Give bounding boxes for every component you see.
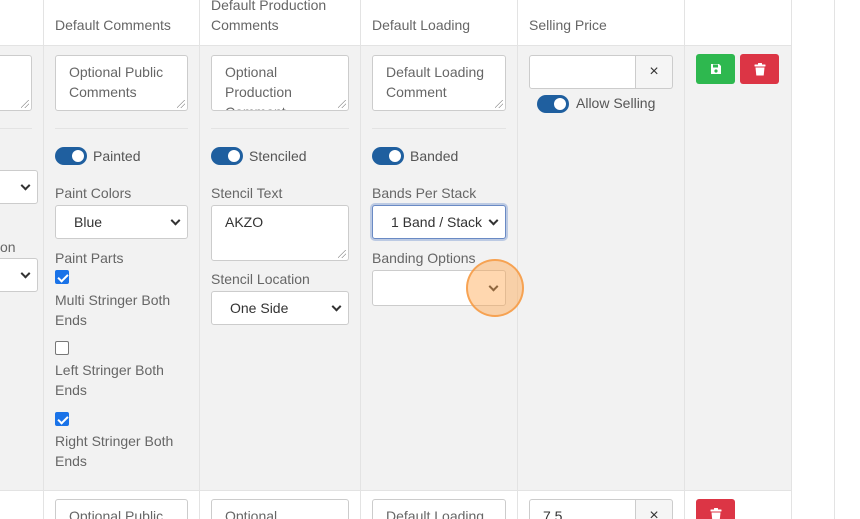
row2-selling-price-group: 7.5 ×: [529, 499, 673, 519]
click-indicator: [466, 259, 524, 317]
placeholder-line: Default Loading: [386, 508, 485, 519]
stencil-text-value: AKZO: [225, 214, 264, 230]
stencil-location-value: One Side: [230, 300, 289, 316]
stencil-text-label: Stencil Text: [211, 185, 283, 201]
col-divider: [684, 0, 685, 519]
chevron-down-icon: [20, 180, 31, 191]
selling-price-input[interactable]: [529, 55, 636, 89]
trash-icon: [754, 62, 765, 75]
right-stringer-label-l2: Ends: [55, 453, 87, 469]
row-section-divider: [372, 128, 506, 129]
header-default-production-comments-line2: Comments: [211, 17, 279, 33]
stenciled-label: Stenciled: [249, 148, 307, 164]
stencil-text-textarea[interactable]: AKZO: [211, 205, 349, 261]
placeholder-line: Optional: [225, 64, 278, 80]
paint-parts-label: Paint Parts: [55, 250, 124, 266]
loading-comment-textarea[interactable]: Default Loading Comment: [372, 55, 506, 111]
clear-price-button[interactable]: ×: [636, 55, 673, 89]
delete-button[interactable]: [740, 54, 779, 84]
partial-textarea[interactable]: [0, 55, 32, 111]
multi-stringer-checkbox[interactable]: [55, 270, 69, 284]
selling-price-group: ×: [529, 55, 673, 89]
paint-colors-select[interactable]: Blue: [55, 205, 188, 239]
row2-production-textarea[interactable]: Optional: [211, 499, 349, 519]
bands-per-stack-label: Bands Per Stack: [372, 185, 477, 201]
placeholder-line: Production: [225, 84, 292, 100]
bands-per-stack-select[interactable]: 1 Band / Stack: [372, 205, 506, 239]
header-selling-price: Selling Price: [529, 17, 607, 33]
products-table: Default Comments Default Production Comm…: [0, 0, 792, 519]
page-scroll-divider: [834, 0, 835, 519]
chevron-down-icon: [488, 215, 499, 226]
resize-grip: [495, 100, 503, 108]
header-default-production-comments-line1: Default Production: [211, 0, 327, 13]
paint-colors-label: Paint Colors: [55, 185, 132, 201]
painted-toggle[interactable]: [55, 147, 87, 165]
banded-toggle[interactable]: [372, 147, 404, 165]
row2-delete-button[interactable]: [696, 499, 735, 519]
painted-label: Painted: [93, 148, 141, 164]
stenciled-toggle[interactable]: [211, 147, 243, 165]
row-section-divider: [0, 128, 32, 129]
row2-selling-price-input[interactable]: 7.5: [529, 499, 636, 519]
left-stringer-checkbox[interactable]: [55, 341, 69, 355]
multi-stringer-label-l1: Multi Stringer Both: [55, 292, 171, 308]
production-comments-textarea[interactable]: Optional Production Comment: [211, 55, 349, 111]
resize-grip: [177, 100, 185, 108]
resize-grip: [338, 250, 346, 258]
banding-options-label: Banding Options: [372, 250, 476, 266]
col-divider: [360, 0, 361, 519]
chevron-down-icon: [170, 215, 181, 226]
row2-clear-price-button[interactable]: ×: [636, 499, 673, 519]
row-section-divider: [55, 128, 188, 129]
col-divider: [43, 0, 44, 519]
placeholder-line: Optional Public: [69, 64, 164, 80]
header-default-comments: Default Comments: [55, 17, 171, 33]
placeholder-line: Comment: [225, 102, 335, 110]
row2-comments-textarea[interactable]: Optional Public: [55, 499, 188, 519]
placeholder-line: Optional: [225, 508, 278, 519]
placeholder-line: Comments: [69, 84, 137, 100]
banded-label: Banded: [410, 148, 459, 164]
col-divider: [199, 0, 200, 519]
multi-stringer-label-l2: Ends: [55, 312, 87, 328]
paint-colors-value: Blue: [74, 214, 103, 230]
stencil-location-select[interactable]: One Side: [211, 291, 349, 325]
left-stringer-label-l1: Left Stringer Both: [55, 362, 164, 378]
right-stringer-checkbox[interactable]: [55, 412, 69, 426]
allow-selling-label: Allow Selling: [576, 95, 656, 111]
header-divider: [0, 45, 791, 46]
default-comments-textarea[interactable]: Optional Public Comments: [55, 55, 188, 111]
chevron-down-icon: [20, 268, 31, 279]
stencil-location-label: Stencil Location: [211, 271, 310, 287]
row-divider: [0, 490, 791, 491]
save-button[interactable]: [696, 54, 735, 84]
save-icon: [710, 64, 721, 74]
row-section-divider: [211, 128, 349, 129]
header-default-loading: Default Loading: [372, 17, 471, 33]
partial-label: on: [0, 239, 16, 255]
partial-select[interactable]: [0, 258, 38, 292]
row2-loading-textarea[interactable]: Default Loading: [372, 499, 506, 519]
partial-select[interactable]: [0, 170, 38, 204]
resize-grip: [338, 100, 346, 108]
editing-row-background: [0, 46, 791, 490]
allow-selling-toggle[interactable]: [537, 95, 569, 113]
col-divider: [517, 0, 518, 519]
trash-icon: [710, 507, 721, 519]
right-stringer-label-l1: Right Stringer Both: [55, 433, 174, 449]
left-stringer-label-l2: Ends: [55, 382, 87, 398]
placeholder-line: Optional Public: [69, 508, 164, 519]
resize-grip: [21, 100, 29, 108]
placeholder-line: Comment: [386, 84, 447, 100]
placeholder-line: Default Loading: [386, 64, 485, 80]
bands-per-stack-value: 1 Band / Stack: [391, 214, 483, 230]
chevron-down-icon: [331, 301, 342, 312]
